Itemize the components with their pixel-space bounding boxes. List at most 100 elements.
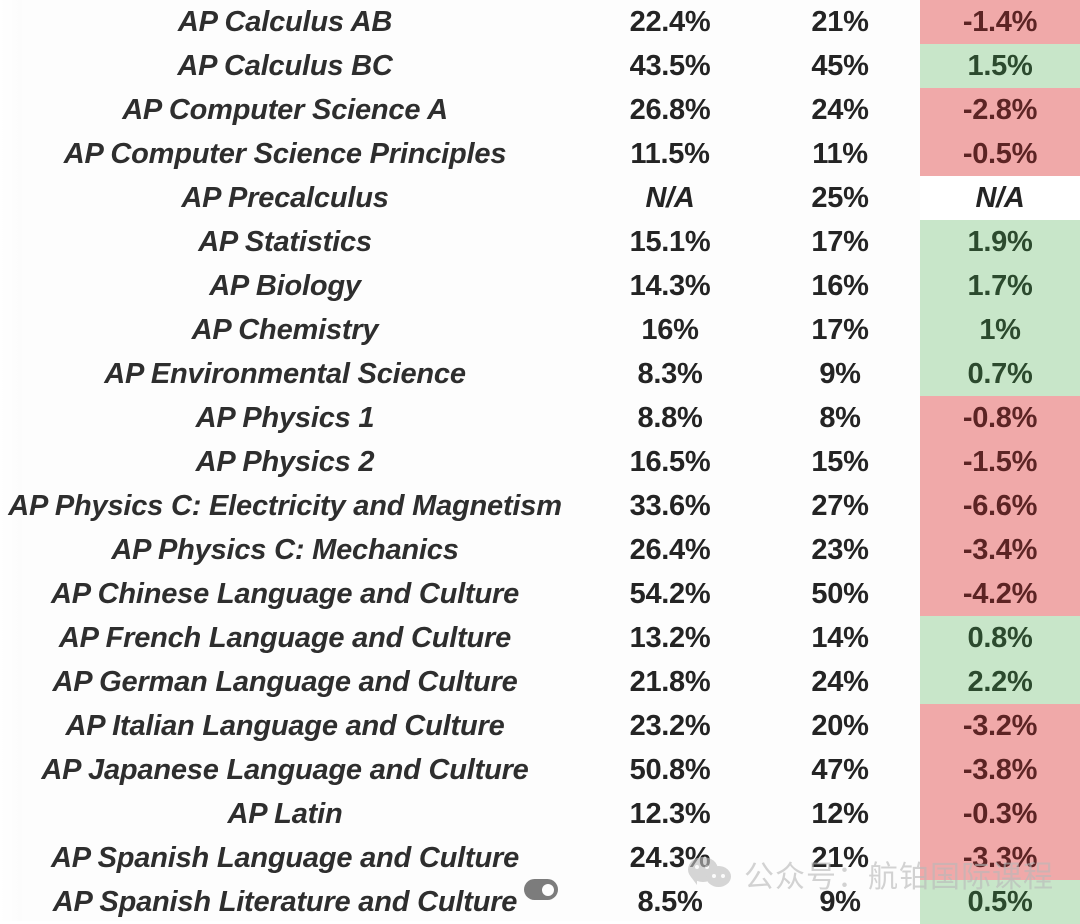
previous-rate-cell: 8.3% (637, 357, 703, 390)
change-cell: -3.3% (920, 836, 1080, 880)
exam-name-cell: AP Physics 1 (195, 401, 375, 434)
ap-exam-rate-table: AP Calculus AB 22.4% 21% -1.4% AP Calculus B… (0, 0, 1080, 924)
table-row: AP Computer Science Principles 11.5% 11% -0… (0, 132, 1080, 176)
exam-name-cell: AP Chinese Language and Culture (50, 577, 520, 610)
previous-rate-cell: 33.6% (629, 489, 711, 522)
previous-rate-cell: 43.5% (629, 49, 711, 82)
change-cell: -3.8% (920, 748, 1080, 792)
change-cell: 0.8% (920, 616, 1080, 660)
change-cell: 0.7% (920, 352, 1080, 396)
change-cell: -1.5% (920, 440, 1080, 484)
change-cell: 1% (920, 308, 1080, 352)
previous-rate-cell: 11.5% (630, 137, 710, 170)
change-cell: -2.8% (920, 88, 1080, 132)
previous-rate-cell: 50.8% (629, 753, 711, 786)
table-row: AP Precalculus N/A 25% N/A (0, 176, 1080, 220)
current-rate-cell: 27% (811, 489, 869, 522)
table-row: AP Computer Science A 26.8% 24% -2.8% (0, 88, 1080, 132)
exam-name-cell: AP Precalculus (181, 181, 389, 214)
current-rate-cell: 16% (811, 269, 869, 302)
table-row: AP Physics 1 8.8% 8% -0.8% (0, 396, 1080, 440)
current-rate-cell: 45% (811, 49, 869, 82)
current-rate-cell: 47% (811, 753, 869, 786)
table-row: AP Chemistry 16% 17% 1% (0, 308, 1080, 352)
current-rate-cell: 9% (819, 885, 861, 918)
current-rate-cell: 20% (811, 709, 869, 742)
current-rate-cell: 21% (811, 5, 869, 38)
current-rate-cell: 50% (811, 577, 869, 610)
exam-name-cell: AP Physics C: Mechanics (111, 533, 459, 566)
change-cell: -6.6% (920, 484, 1080, 528)
exam-name-cell: AP Italian Language and Culture (65, 709, 505, 742)
change-cell: -3.4% (920, 528, 1080, 572)
previous-rate-cell: 22.4% (629, 5, 711, 38)
current-rate-cell: 25% (811, 181, 869, 214)
previous-rate-cell: 24.3% (629, 841, 711, 874)
current-rate-cell: 17% (811, 313, 869, 346)
table-row: AP German Language and Culture 21.8% 24% 2.… (0, 660, 1080, 704)
previous-rate-cell: 54.2% (629, 577, 711, 610)
exam-name-cell: AP Biology (209, 269, 361, 302)
current-rate-cell: 24% (811, 665, 869, 698)
exam-name-cell: AP Chemistry (191, 313, 379, 346)
current-rate-cell: 15% (811, 445, 869, 478)
change-cell: -1.4% (920, 0, 1080, 44)
change-cell: -0.3% (920, 792, 1080, 836)
table-row: AP Calculus BC 43.5% 45% 1.5% (0, 44, 1080, 88)
change-cell: 1.7% (920, 264, 1080, 308)
score-comparison-sheet: AP Calculus AB 22.4% 21% -1.4% AP Calculus B… (0, 0, 1080, 924)
current-rate-cell: 8% (819, 401, 861, 434)
change-cell: -3.2% (920, 704, 1080, 748)
change-cell: -0.5% (920, 132, 1080, 176)
change-cell: 1.5% (920, 44, 1080, 88)
previous-rate-cell: 26.4% (629, 533, 711, 566)
table-row: AP Japanese Language and Culture 50.8% 47%… (0, 748, 1080, 792)
table-row: AP Physics C: Mechanics 26.4% 23% -3.4% (0, 528, 1080, 572)
table-row: AP Biology 14.3% 16% 1.7% (0, 264, 1080, 308)
exam-name-cell: AP Environmental Science (104, 357, 466, 390)
change-cell: -4.2% (920, 572, 1080, 616)
change-cell: N/A (920, 176, 1080, 220)
table-row: AP Latin 12.3% 12% -0.3% (0, 792, 1080, 836)
previous-rate-cell: N/A (645, 181, 695, 214)
exam-name-cell: AP Computer Science Principles (63, 137, 507, 170)
current-rate-cell: 9% (819, 357, 861, 390)
exam-name-cell: AP Statistics (198, 225, 372, 258)
table-row: AP French Language and Culture 13.2% 14% 0.… (0, 616, 1080, 660)
current-rate-cell: 24% (811, 93, 869, 126)
change-cell: 2.2% (920, 660, 1080, 704)
previous-rate-cell: 8.8% (637, 401, 703, 434)
table-row: AP Calculus AB 22.4% 21% -1.4% (0, 0, 1080, 44)
previous-rate-cell: 16% (641, 313, 699, 346)
table-row: AP Chinese Language and Culture 54.2% 50% -… (0, 572, 1080, 616)
toggle-pill-icon (524, 879, 558, 900)
previous-rate-cell: 16.5% (629, 445, 711, 478)
table-row: AP Statistics 15.1% 17% 1.9% (0, 220, 1080, 264)
previous-rate-cell: 8.5% (637, 885, 703, 918)
table-body: AP Calculus AB 22.4% 21% -1.4% AP Calculus B… (0, 0, 1080, 924)
exam-name-cell: AP Physics 2 (195, 445, 375, 478)
current-rate-cell: 14% (811, 621, 869, 654)
exam-name-cell: AP German Language and Culture (52, 665, 518, 698)
previous-rate-cell: 13.2% (629, 621, 711, 654)
change-cell: 1.9% (920, 220, 1080, 264)
exam-name-cell: AP Japanese Language and Culture (41, 753, 529, 786)
change-cell: 0.5% (920, 880, 1080, 924)
table-row: AP Physics 2 16.5% 15% -1.5% (0, 440, 1080, 484)
current-rate-cell: 11% (812, 137, 868, 170)
current-rate-cell: 12% (811, 797, 869, 830)
exam-name-cell: AP French Language and Culture (58, 621, 512, 654)
current-rate-cell: 21% (811, 841, 869, 874)
table-row: AP Physics C: Electricity and Magnetism 3… (0, 484, 1080, 528)
exam-name-cell: AP Calculus BC (177, 49, 393, 82)
table-row: AP Spanish Language and Culture 24.3% 21% -… (0, 836, 1080, 880)
previous-rate-cell: 21.8% (629, 665, 711, 698)
previous-rate-cell: 23.2% (629, 709, 711, 742)
table-row: AP Italian Language and Culture 23.2% 20% -… (0, 704, 1080, 748)
previous-rate-cell: 14.3% (629, 269, 711, 302)
previous-rate-cell: 12.3% (629, 797, 711, 830)
current-rate-cell: 17% (811, 225, 869, 258)
change-cell: -0.8% (920, 396, 1080, 440)
exam-name-cell: AP Computer Science A (122, 93, 448, 126)
exam-name-cell: AP Spanish Language and Culture (50, 841, 520, 874)
